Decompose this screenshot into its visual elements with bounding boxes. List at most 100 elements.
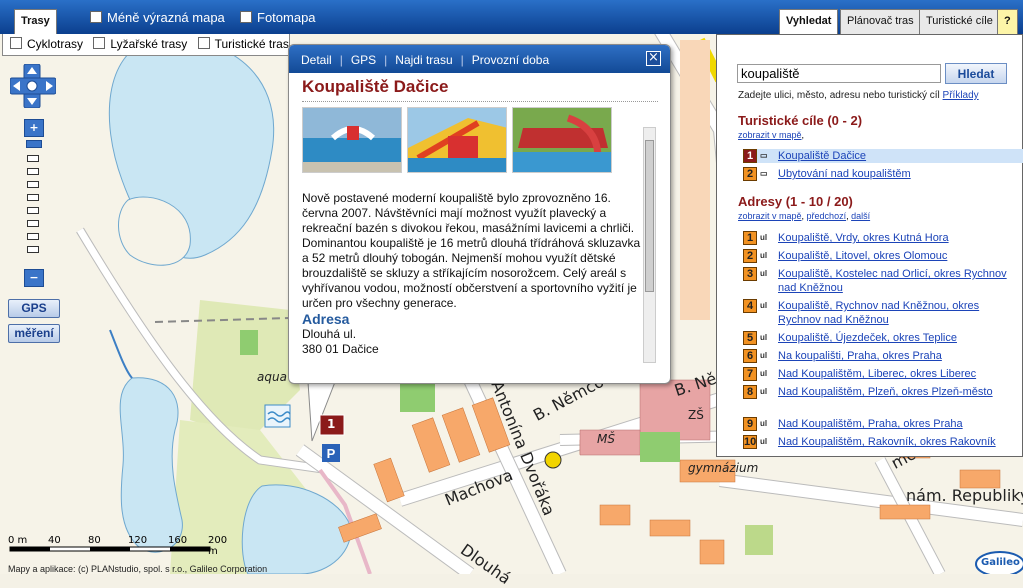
popup-tab-opening-hours[interactable]: Provozní doba bbox=[472, 53, 549, 67]
address-section-heading: Adresy (1 - 10 / 20) bbox=[738, 194, 853, 209]
popup-description: Nově postavené moderní koupaliště bylo z… bbox=[302, 191, 641, 310]
layer-bar: Cyklotrasy Lyžařské trasy Turistické tra… bbox=[2, 34, 290, 56]
zoom-in-button[interactable]: + bbox=[24, 119, 44, 137]
scale-tick-label: 0 m bbox=[8, 535, 28, 546]
result-link[interactable]: Na koupališti, Praha, okres Praha bbox=[778, 349, 1023, 363]
result-number: 6 bbox=[743, 349, 757, 363]
checkbox-icon[interactable] bbox=[240, 11, 252, 23]
zoom-out-button[interactable]: − bbox=[24, 269, 44, 287]
show-on-map-link[interactable]: zobrazit v mapě bbox=[738, 130, 802, 140]
photo-thumbnail[interactable] bbox=[512, 107, 612, 173]
street-label-nam-republiky: nám. Republiky bbox=[906, 486, 1023, 505]
street-icon: ul bbox=[760, 387, 768, 396]
photo-icon: ▭ bbox=[760, 169, 768, 178]
address-heading: Adresa bbox=[302, 311, 350, 327]
result-item[interactable]: 1 ul Koupaliště, Vrdy, okres Kutná Hora bbox=[743, 231, 1023, 245]
photo-thumbnail[interactable] bbox=[302, 107, 402, 173]
popup-tab-detail[interactable]: Detail bbox=[301, 53, 332, 67]
examples-link[interactable]: Příklady bbox=[943, 90, 979, 101]
result-link[interactable]: Nad Koupalištěm, Plzeň, okres Plzeň-měst… bbox=[778, 385, 1023, 399]
layer-label: Cyklotrasy bbox=[27, 37, 84, 51]
result-item[interactable]: 7 ul Nad Koupalištěm, Liberec, okres Liber… bbox=[743, 367, 1023, 381]
show-on-map-link[interactable]: zobrazit v mapě bbox=[738, 211, 802, 221]
result-link[interactable]: Ubytování nad koupalištěm bbox=[778, 167, 1023, 181]
photo-icon: ▭ bbox=[760, 151, 768, 160]
tab-search[interactable]: Vyhledat bbox=[779, 9, 839, 35]
divider bbox=[302, 101, 658, 102]
result-link[interactable]: Koupaliště, Rychnov nad Kněžnou, okres R… bbox=[778, 299, 1023, 327]
result-item[interactable]: 3 ul Koupaliště, Kostelec nad Orlicí, okre… bbox=[743, 267, 1023, 295]
result-item[interactable]: 9 ul Nad Koupalištěm, Praha, okres Praha bbox=[743, 417, 1023, 431]
tab-tourist[interactable]: Turistické cíle bbox=[919, 9, 1000, 34]
result-item[interactable]: 6 ul Na koupališti, Praha, okres Praha bbox=[743, 349, 1023, 363]
map-label-marker[interactable]: 1 bbox=[327, 417, 335, 431]
popup-tab-gps[interactable]: GPS bbox=[351, 53, 376, 67]
result-link[interactable]: Koupaliště, Litovel, okres Olomouc bbox=[778, 249, 1023, 263]
close-icon[interactable]: × bbox=[646, 51, 661, 66]
street-icon: ul bbox=[760, 351, 768, 360]
result-item[interactable]: 5 ul Koupaliště, Újezdeček, okres Teplice bbox=[743, 331, 1023, 345]
tab-help[interactable]: ? bbox=[997, 9, 1018, 34]
gps-button[interactable]: GPS bbox=[8, 299, 60, 318]
checkbox-icon[interactable] bbox=[10, 37, 22, 49]
tab-routes[interactable]: Trasy bbox=[14, 9, 57, 35]
result-number: 8 bbox=[743, 385, 757, 399]
checkbox-icon[interactable] bbox=[197, 37, 210, 49]
result-item[interactable]: 2 ▭ Ubytování nad koupalištěm bbox=[743, 167, 1023, 181]
next-link[interactable]: další bbox=[851, 211, 870, 221]
result-link[interactable]: Koupaliště, Vrdy, okres Kutná Hora bbox=[778, 231, 1023, 245]
result-item[interactable]: 8 ul Nad Koupalištěm, Plzeň, okres Plzeň-m… bbox=[743, 385, 1023, 399]
result-link[interactable]: Koupaliště, Kostelec nad Orlicí, okres R… bbox=[778, 267, 1023, 295]
previous-link[interactable]: předchozí bbox=[807, 211, 847, 221]
result-link[interactable]: Nad Koupalištěm, Liberec, okres Liberec bbox=[778, 367, 1023, 381]
tourist-sub-links: zobrazit v mapě, bbox=[738, 130, 805, 140]
search-panel: Hledat Zadejte ulici, město, adresu nebo… bbox=[716, 34, 1023, 457]
pan-control[interactable] bbox=[10, 64, 56, 108]
search-button[interactable]: Hledat bbox=[945, 63, 1007, 84]
svg-text:P: P bbox=[327, 446, 336, 461]
result-number: 10 bbox=[743, 435, 757, 449]
popup-scrollbar[interactable] bbox=[643, 127, 656, 363]
tourist-heading: Turistické cíle (0 - 2) bbox=[738, 113, 863, 128]
result-link[interactable]: Koupaliště Dačice bbox=[778, 149, 1023, 163]
less-map-toggle[interactable]: Méně výrazná mapa bbox=[90, 10, 225, 25]
popup-title: Koupaliště Dačice bbox=[302, 77, 449, 96]
result-item[interactable]: 10 ul Nad Koupalištěm, Rakovník, okres Rak… bbox=[743, 435, 1023, 449]
zoom-slider[interactable] bbox=[27, 155, 39, 259]
address-city: 380 01 Dačice bbox=[302, 342, 379, 356]
result-link[interactable]: Nad Koupalištěm, Praha, okres Praha bbox=[778, 417, 1023, 431]
scale-tick-label: 160 bbox=[168, 535, 188, 546]
result-item[interactable]: 2 ul Koupaliště, Litovel, okres Olomouc bbox=[743, 249, 1023, 263]
result-link[interactable]: Koupaliště, Újezdeček, okres Teplice bbox=[778, 331, 1023, 345]
result-number: 2 bbox=[743, 249, 757, 263]
street-icon: ul bbox=[760, 233, 768, 242]
scroll-thumb[interactable] bbox=[645, 140, 654, 292]
result-item[interactable]: 4 ul Koupaliště, Rychnov nad Kněžnou, okre… bbox=[743, 299, 1023, 327]
checkbox-icon[interactable] bbox=[90, 11, 102, 23]
photo-thumbnail[interactable] bbox=[407, 107, 507, 173]
photomap-toggle[interactable]: Fotomapa bbox=[240, 10, 316, 25]
scale-graphic bbox=[9, 546, 211, 552]
street-icon: ul bbox=[760, 369, 768, 378]
result-link[interactable]: Nad Koupalištěm, Rakovník, okres Rakovní… bbox=[778, 435, 1023, 449]
layer-hiking[interactable]: Turistické trasy bbox=[197, 34, 289, 54]
search-input[interactable] bbox=[737, 64, 941, 83]
layer-ski[interactable]: Lyžařské trasy bbox=[93, 34, 187, 54]
layer-cycling[interactable]: Cyklotrasy bbox=[10, 34, 83, 54]
result-item[interactable]: 1 ▭ Koupaliště Dačice bbox=[743, 149, 1023, 163]
scale-tick-label: 120 bbox=[128, 535, 148, 546]
tab-planner[interactable]: Plánovač tras bbox=[840, 9, 921, 34]
popup-tab-find-route[interactable]: Najdi trasu bbox=[395, 53, 452, 67]
top-bar: Trasy Méně výrazná mapa Fotomapa Vyhleda… bbox=[0, 0, 1023, 35]
search-hint-text: Zadejte ulici, město, adresu nebo turist… bbox=[738, 90, 940, 101]
result-number: 7 bbox=[743, 367, 757, 381]
result-number: 5 bbox=[743, 331, 757, 345]
checkbox-icon[interactable] bbox=[93, 37, 106, 49]
measure-button[interactable]: měření bbox=[8, 324, 60, 343]
scale-bar: 0 m 40 80 120 160 200 m bbox=[8, 535, 238, 557]
brand-logo: Galileo bbox=[981, 557, 1020, 568]
less-map-label: Méně výrazná mapa bbox=[107, 10, 225, 25]
result-number: 2 bbox=[743, 167, 757, 181]
zoom-level-current[interactable] bbox=[26, 140, 42, 148]
street-icon: ul bbox=[760, 301, 768, 310]
